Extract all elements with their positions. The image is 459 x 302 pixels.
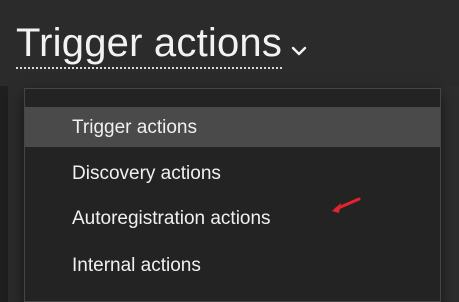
chevron-down-icon	[290, 42, 308, 60]
menu-item-label: Trigger actions	[72, 116, 197, 138]
actions-dropdown-menu: Trigger actions Discovery actions Autore…	[24, 88, 441, 302]
red-arrow-icon	[326, 196, 362, 216]
header-bar: Trigger actions	[0, 0, 459, 86]
menu-item-label: Discovery actions	[72, 162, 221, 184]
page-title: Trigger actions	[16, 23, 283, 69]
title-dropdown-trigger[interactable]: Trigger actions	[16, 18, 308, 74]
menu-item-discovery-actions[interactable]: Discovery actions	[25, 153, 440, 193]
menu-item-label: Internal actions	[72, 254, 201, 276]
menu-item-trigger-actions[interactable]: Trigger actions	[25, 107, 440, 147]
menu-item-autoregistration-actions[interactable]: Autoregistration actions	[25, 198, 440, 238]
background-right-strip	[441, 86, 459, 302]
menu-item-internal-actions[interactable]: Internal actions	[25, 245, 440, 285]
app-screen: Trigger actions Trigger actions Discover…	[0, 0, 459, 302]
menu-item-label: Autoregistration actions	[72, 207, 271, 229]
background-left-strip	[0, 86, 8, 302]
